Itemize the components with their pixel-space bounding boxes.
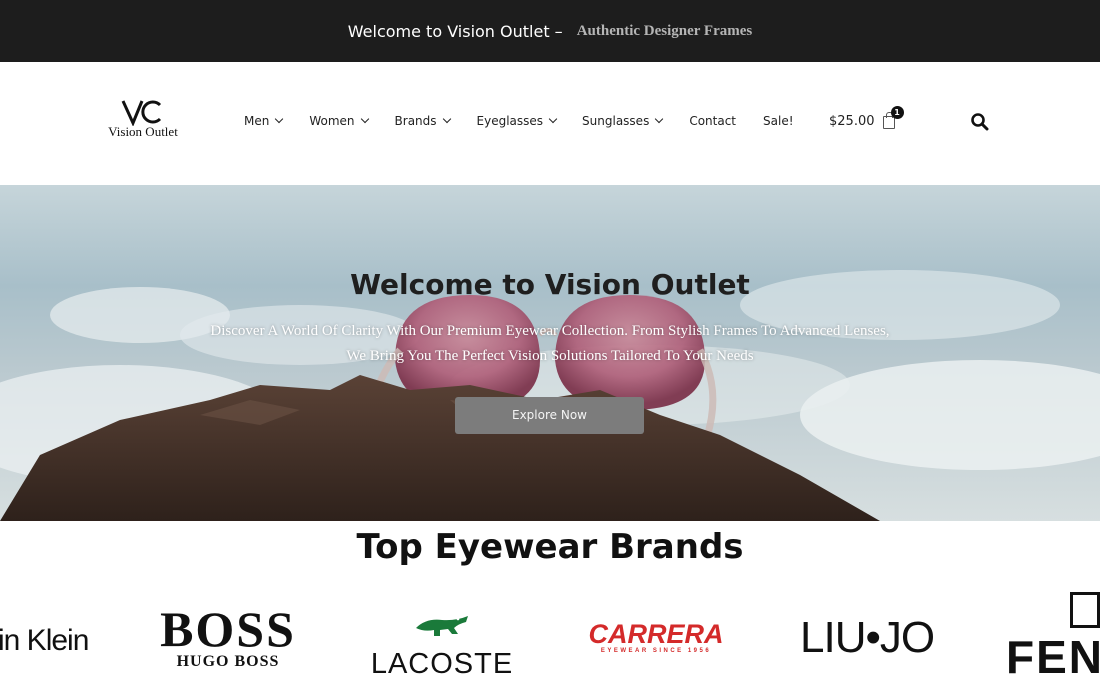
site-logo[interactable]: Vision Outlet xyxy=(100,98,186,148)
hero-subtitle: Discover A World Of Clarity With Our Pre… xyxy=(160,319,940,369)
brand-fendi[interactable]: FEN xyxy=(1006,592,1100,680)
announcement-tagline: Authentic Designer Frames xyxy=(576,22,753,39)
logo-mark-icon xyxy=(121,100,162,126)
chevron-down-icon xyxy=(275,114,284,124)
explore-now-button[interactable]: Explore Now xyxy=(455,397,644,434)
hero-subtitle-line: Discover A World Of Clarity With Our Pre… xyxy=(210,323,890,339)
chevron-down-icon xyxy=(360,114,369,124)
nav-label: Eyeglasses xyxy=(476,114,544,128)
brand-lacoste[interactable]: LACOSTE xyxy=(363,610,521,681)
nav-sale[interactable]: Sale! xyxy=(763,114,794,128)
brand-boss[interactable]: BOSS HUGO BOSS xyxy=(150,603,306,671)
nav-brands[interactable]: Brands xyxy=(394,114,451,128)
search-icon xyxy=(971,113,989,131)
hero-banner: Welcome to Vision Outlet Discover A Worl… xyxy=(0,185,1100,521)
fendi-wordmark: FEN xyxy=(1006,631,1100,683)
nav-label: Contact xyxy=(689,114,737,128)
nav-label: Sunglasses xyxy=(582,114,650,128)
chevron-down-icon xyxy=(442,114,451,124)
carrera-subtitle: EYEWEAR SINCE 1956 xyxy=(600,648,712,654)
brands-section-title: Top Eyewear Brands xyxy=(356,527,744,567)
site-header: Vision Outlet Men Women Brands Eyeglasse… xyxy=(0,62,1100,185)
chevron-down-icon xyxy=(548,114,558,124)
shopping-bag-icon: 1 xyxy=(882,106,904,129)
logo-text: Vision Outlet xyxy=(108,124,178,139)
crocodile-icon xyxy=(416,616,468,636)
nav-men[interactable]: Men xyxy=(244,114,284,128)
lacoste-wordmark: LACOSTE xyxy=(370,648,514,680)
boss-wordmark: BOSS xyxy=(160,601,296,657)
carrera-wordmark: CARRERA xyxy=(588,619,724,649)
hero-title: Welcome to Vision Outlet xyxy=(350,268,750,301)
announcement-bar: Welcome to Vision Outlet – Authentic Des… xyxy=(0,0,1100,62)
nav-women[interactable]: Women xyxy=(309,114,369,128)
brand-carrera[interactable]: CARRERA EYEWEAR SINCE 1956 xyxy=(580,620,732,654)
hero-subtitle-line: We Bring You The Perfect Vision Solution… xyxy=(346,348,754,364)
nav-label: Brands xyxy=(394,114,437,128)
cart-button[interactable]: $25.00 1 xyxy=(829,106,904,129)
nav-sunglasses[interactable]: Sunglasses xyxy=(582,114,664,128)
nav-contact[interactable]: Contact xyxy=(689,114,736,128)
fendi-ff-logo-icon xyxy=(1070,592,1100,628)
nav-label: Men xyxy=(244,114,270,128)
chevron-down-icon xyxy=(655,114,664,124)
search-button[interactable] xyxy=(970,112,990,132)
announcement-welcome: Welcome to Vision Outlet – xyxy=(347,21,563,41)
nav-eyeglasses[interactable]: Eyeglasses xyxy=(476,114,558,128)
nav-label: Women xyxy=(309,114,355,128)
brand-calvin-klein[interactable]: in Klein xyxy=(0,624,89,658)
cart-count-badge: 1 xyxy=(890,106,904,119)
nav-label: Sale! xyxy=(763,114,794,128)
brand-liu-jo[interactable]: LIU•JO xyxy=(800,613,935,663)
cart-total: $25.00 xyxy=(829,114,875,129)
main-nav: Men Women Brands Eyeglasses Sunglasses C… xyxy=(244,114,794,128)
